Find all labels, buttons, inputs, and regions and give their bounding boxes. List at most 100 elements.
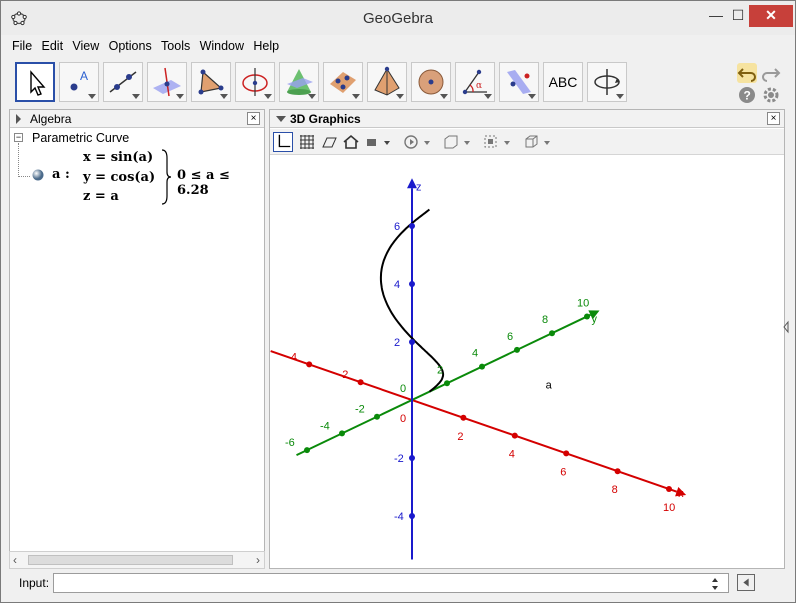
graphics-3d-view: 3D Graphics × x y z -4 -2 0 2 4 6 8 10 -6 -4 -2 0 2 4 6 8 1… <box>269 109 789 569</box>
x-tick-label: 6 <box>560 466 566 478</box>
y-tick-label: -6 <box>285 437 295 449</box>
object-name[interactable]: a : <box>52 167 70 182</box>
graphics-style-bar <box>270 129 784 155</box>
plane-toggle-icon[interactable] <box>320 132 338 152</box>
y-tick-dot <box>339 430 345 437</box>
y-tick-label: -2 <box>355 404 365 416</box>
menu-tools[interactable]: Tools <box>158 37 193 55</box>
help-icon[interactable]: ? <box>737 85 757 105</box>
reflect-tool-button[interactable] <box>499 62 539 102</box>
scrollbar-thumb[interactable] <box>28 555 233 565</box>
line-tool-button[interactable] <box>103 62 143 102</box>
text-tool-button[interactable]: ABC <box>543 62 583 102</box>
tool-bar: A α ABC ? <box>9 59 789 107</box>
y-tick-label: -4 <box>320 420 330 432</box>
y-tick-label: 2 <box>437 364 443 376</box>
gear-icon[interactable] <box>761 85 781 105</box>
scroll-left-icon[interactable]: ‹ <box>13 553 17 567</box>
y-tick-dot <box>549 330 555 337</box>
keyboard-toggle-icon[interactable] <box>737 574 755 591</box>
y-tick-dot <box>304 447 310 454</box>
x-tick-label: 10 <box>663 502 675 514</box>
x-tick-label: 8 <box>612 484 618 496</box>
box-dropdown-icon[interactable] <box>442 132 472 152</box>
svg-text:A: A <box>80 69 88 83</box>
rotate-view-tool-button[interactable] <box>587 62 627 102</box>
side-panel-arrow-icon[interactable] <box>782 320 790 334</box>
axes-toggle-icon[interactable] <box>273 132 293 152</box>
point-tool-button[interactable]: A <box>59 62 99 102</box>
brace-icon <box>161 149 172 205</box>
x-axis-label: x <box>678 488 684 500</box>
history-stepper-icon[interactable] <box>711 577 719 591</box>
perpendicular-tool-button[interactable] <box>147 62 187 102</box>
svg-text:?: ? <box>744 89 751 103</box>
projection-dropdown-icon[interactable] <box>522 132 552 152</box>
menu-edit[interactable]: Edit <box>39 37 67 55</box>
move-tool-button[interactable] <box>15 62 55 102</box>
input-label: Input: <box>19 576 50 590</box>
circle-tool-button[interactable] <box>235 62 275 102</box>
intersect-surfaces-tool-button[interactable] <box>279 62 319 102</box>
graphics-title: 3D Graphics <box>290 112 361 126</box>
z-tick-dot <box>409 513 415 519</box>
polygon-tool-button[interactable] <box>191 62 231 102</box>
horizontal-scrollbar[interactable]: ‹ › <box>9 551 265 569</box>
y-tick-dot <box>514 346 520 353</box>
x-tick-dot <box>614 468 621 475</box>
menu-window[interactable]: Window <box>197 37 247 55</box>
graphics-close-button[interactable]: × <box>767 112 780 125</box>
close-button[interactable]: ✕ <box>749 5 793 27</box>
redo-icon[interactable] <box>761 63 781 83</box>
y-tick-label: 0 <box>400 383 406 395</box>
pyramid-tool-button[interactable] <box>367 62 407 102</box>
collapse-arrow-icon[interactable] <box>276 116 286 122</box>
x-tick-dot <box>306 361 313 368</box>
algebra-header: Algebra × <box>10 110 264 128</box>
menu-file[interactable]: File <box>9 37 35 55</box>
equation-z[interactable]: z = a <box>83 189 119 204</box>
plane-tool-button[interactable] <box>323 62 363 102</box>
geogebra-window: GeoGebra — ☐ ✕ File Edit View Options To… <box>0 0 796 603</box>
y-tick-dot <box>479 363 485 370</box>
expand-arrow-icon[interactable] <box>16 114 21 124</box>
rotate-dropdown-icon[interactable] <box>402 132 432 152</box>
x-tick-label: -2 <box>339 369 349 381</box>
x-tick-dot <box>666 486 672 492</box>
algebra-view: Algebra × − Parametric Curve a : x = sin… <box>9 109 265 569</box>
text-tool-label: ABC <box>548 74 578 90</box>
equation-x[interactable]: x = sin(a) <box>83 150 153 165</box>
menu-view[interactable]: View <box>69 37 102 55</box>
x-tick-dot <box>511 432 518 439</box>
y-tick-dot <box>374 413 380 420</box>
parameter-range[interactable]: 0 ≤ a ≤ 6.28 <box>177 168 264 198</box>
y-tick-dot <box>584 313 590 320</box>
window-title: GeoGebra <box>362 10 434 27</box>
z-tick-dot <box>409 281 415 287</box>
z-tick-label: 4 <box>394 279 400 291</box>
title-bar: GeoGebra — ☐ ✕ <box>1 1 795 35</box>
angle-tool-button[interactable]: α <box>455 62 495 102</box>
menu-help[interactable]: Help <box>250 37 282 55</box>
undo-icon[interactable] <box>737 63 757 83</box>
menu-bar: File Edit View Options Tools Window Help <box>9 37 789 57</box>
menu-options[interactable]: Options <box>106 37 155 55</box>
sphere-tool-button[interactable] <box>411 62 451 102</box>
selection-dropdown-icon[interactable] <box>482 132 512 152</box>
x-tick-dot <box>357 379 364 386</box>
grid-toggle-icon[interactable] <box>298 132 316 152</box>
graphics-canvas[interactable]: x y z -4 -2 0 2 4 6 8 10 -6 -4 -2 0 2 4 6 8 10 -4 -2 2 4 6 a <box>270 156 784 568</box>
equation-y[interactable]: y = cos(a) <box>83 170 155 185</box>
visibility-toggle-icon[interactable] <box>31 168 45 182</box>
input-field[interactable] <box>53 573 729 593</box>
x-tick-label: 0 <box>400 413 406 425</box>
algebra-close-button[interactable]: × <box>247 112 260 125</box>
y-tick-label: 8 <box>542 314 548 326</box>
collapse-toggle[interactable]: − <box>14 133 23 142</box>
x-tick-dot <box>460 414 467 421</box>
clipping-dropdown-icon[interactable] <box>364 132 392 152</box>
home-icon[interactable] <box>342 132 360 152</box>
y-tick-label: 6 <box>507 331 513 343</box>
graphics-header: 3D Graphics × <box>270 110 784 128</box>
scroll-right-icon[interactable]: › <box>256 553 260 567</box>
